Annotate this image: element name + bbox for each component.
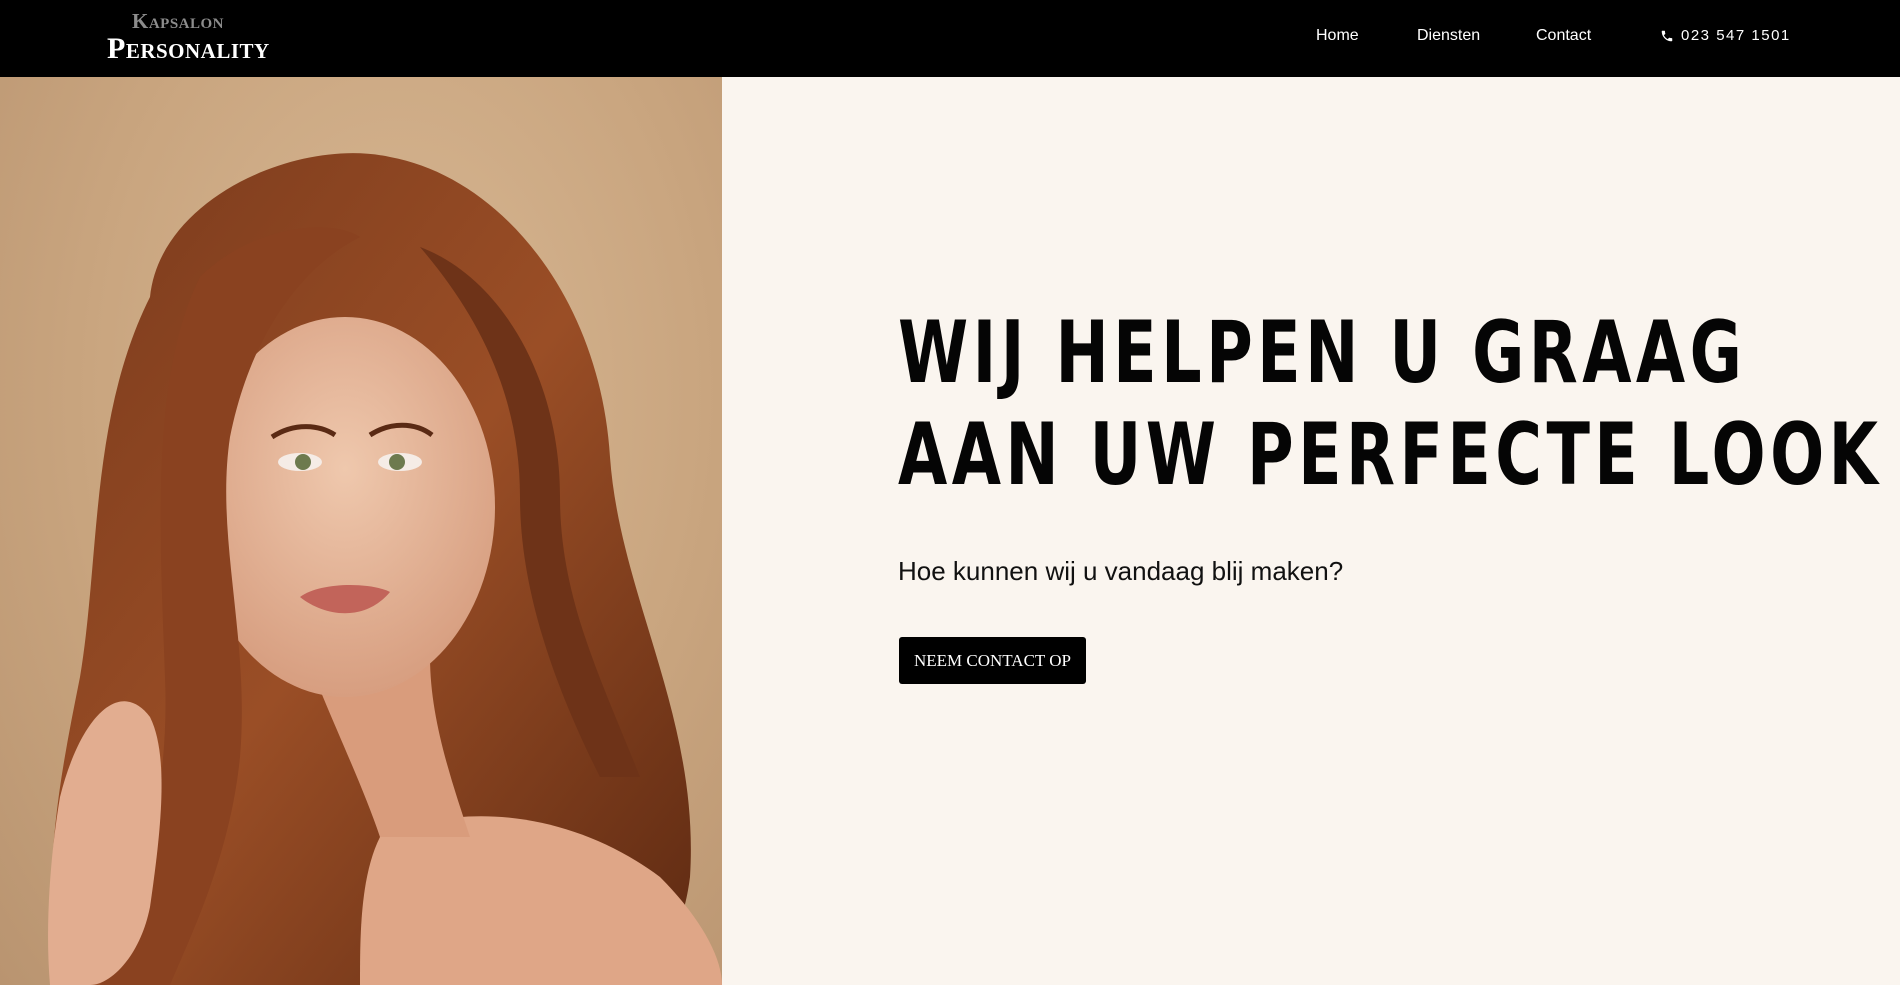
hero-heading-line-2: AAN UW PERFECTE LOOK xyxy=(898,405,1883,505)
hero-heading: WIJ HELPEN U GRAAG AAN UW PERFECTE LOOK xyxy=(898,302,1883,506)
contact-cta-button[interactable]: NEEM CONTACT OP xyxy=(899,637,1086,684)
nav-diensten-link[interactable]: Diensten xyxy=(1417,24,1480,48)
hero-heading-line-1: WIJ HELPEN U GRAAG xyxy=(898,303,1747,403)
phone-number: 023 547 1501 xyxy=(1681,27,1791,44)
phone-link[interactable]: 023 547 1501 xyxy=(1660,24,1791,48)
hero-subtitle: Hoe kunnen wij u vandaag blij maken? xyxy=(898,556,1344,586)
hero-portrait-image xyxy=(0,77,722,985)
site-header: Kapsalon Personality Home Diensten Conta… xyxy=(0,0,1900,77)
phone-icon xyxy=(1660,29,1674,43)
site-logo[interactable]: Kapsalon Personality xyxy=(107,8,347,66)
nav-contact-link[interactable]: Contact xyxy=(1536,24,1591,48)
logo-bottom-text: Personality xyxy=(107,32,270,65)
nav-home-link[interactable]: Home xyxy=(1316,24,1359,48)
